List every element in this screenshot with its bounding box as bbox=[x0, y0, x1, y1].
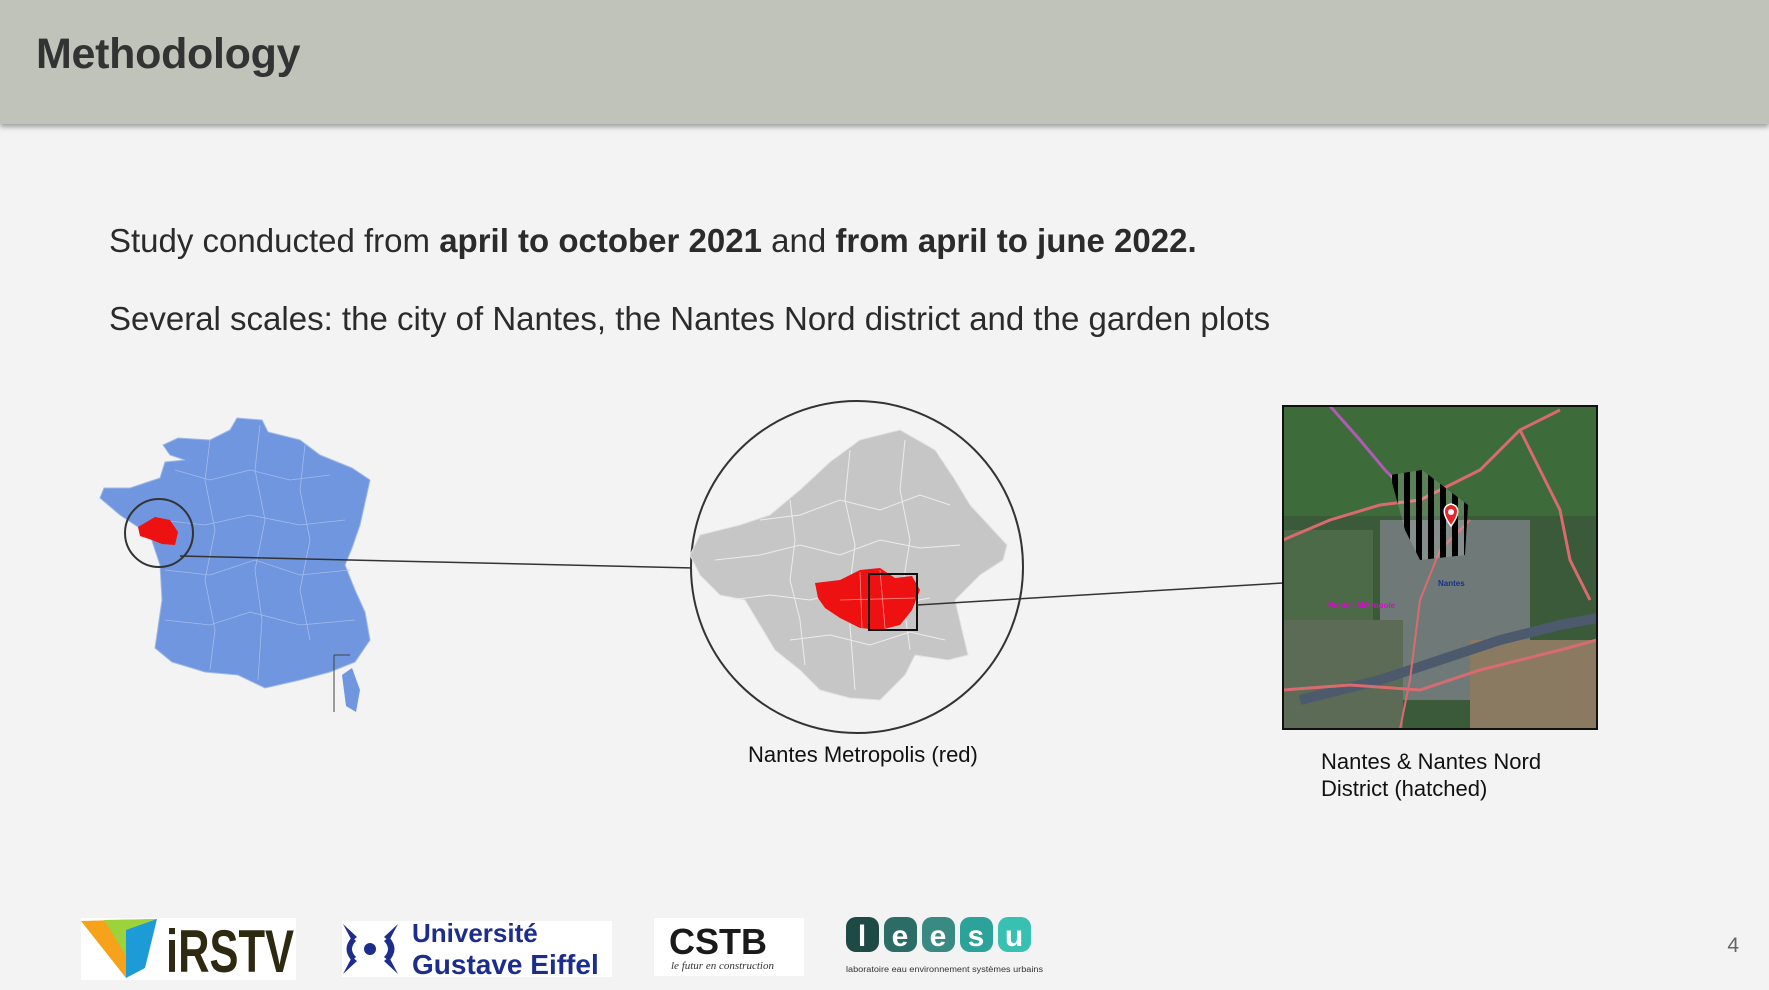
leesu-letter-1: l bbox=[858, 920, 866, 953]
irstv-logo: iRSTV bbox=[81, 918, 296, 985]
leesu-letter-3: e bbox=[930, 920, 947, 953]
district-caption: Nantes & Nantes Nord District (hatched) bbox=[1321, 748, 1581, 802]
leesu-logo: l e e s u laboratoire eau environnement … bbox=[843, 917, 1043, 975]
metropolis-caption: Nantes Metropolis (red) bbox=[748, 742, 978, 767]
univ-gustave-eiffel-logo: Université Gustave Eiffel bbox=[342, 918, 612, 980]
map-label-nantes: Nantes bbox=[1438, 579, 1465, 588]
leesu-letter-2: e bbox=[892, 920, 909, 953]
irstv-wordmark: iRSTV bbox=[166, 918, 294, 985]
district-caption-line2: District (hatched) bbox=[1321, 776, 1488, 801]
satellite-map: Nantes Nantes Métropole bbox=[1282, 405, 1598, 730]
leesu-letter-5: u bbox=[1005, 920, 1023, 953]
univ-line2: Gustave Eiffel bbox=[412, 949, 599, 980]
cstb-wordmark: CSTB bbox=[669, 921, 767, 962]
metropolis-inset bbox=[689, 400, 1024, 734]
univ-line1: Université bbox=[412, 918, 538, 948]
cstb-logo: CSTB le futur en construction bbox=[654, 918, 804, 976]
france-map bbox=[99, 417, 371, 712]
figure-canvas: Nantes Nantes Métropole iRSTV Université… bbox=[81, 400, 1598, 985]
map-label-metropole: Nantes Métropole bbox=[1328, 601, 1396, 610]
district-caption-line1: Nantes & Nantes Nord bbox=[1321, 749, 1542, 774]
leesu-letter-4: s bbox=[968, 920, 985, 953]
leesu-tagline: laboratoire eau environnement systèmes u… bbox=[846, 965, 1043, 974]
cstb-tagline: le futur en construction bbox=[671, 960, 774, 972]
slide-number: 4 bbox=[1727, 934, 1739, 957]
